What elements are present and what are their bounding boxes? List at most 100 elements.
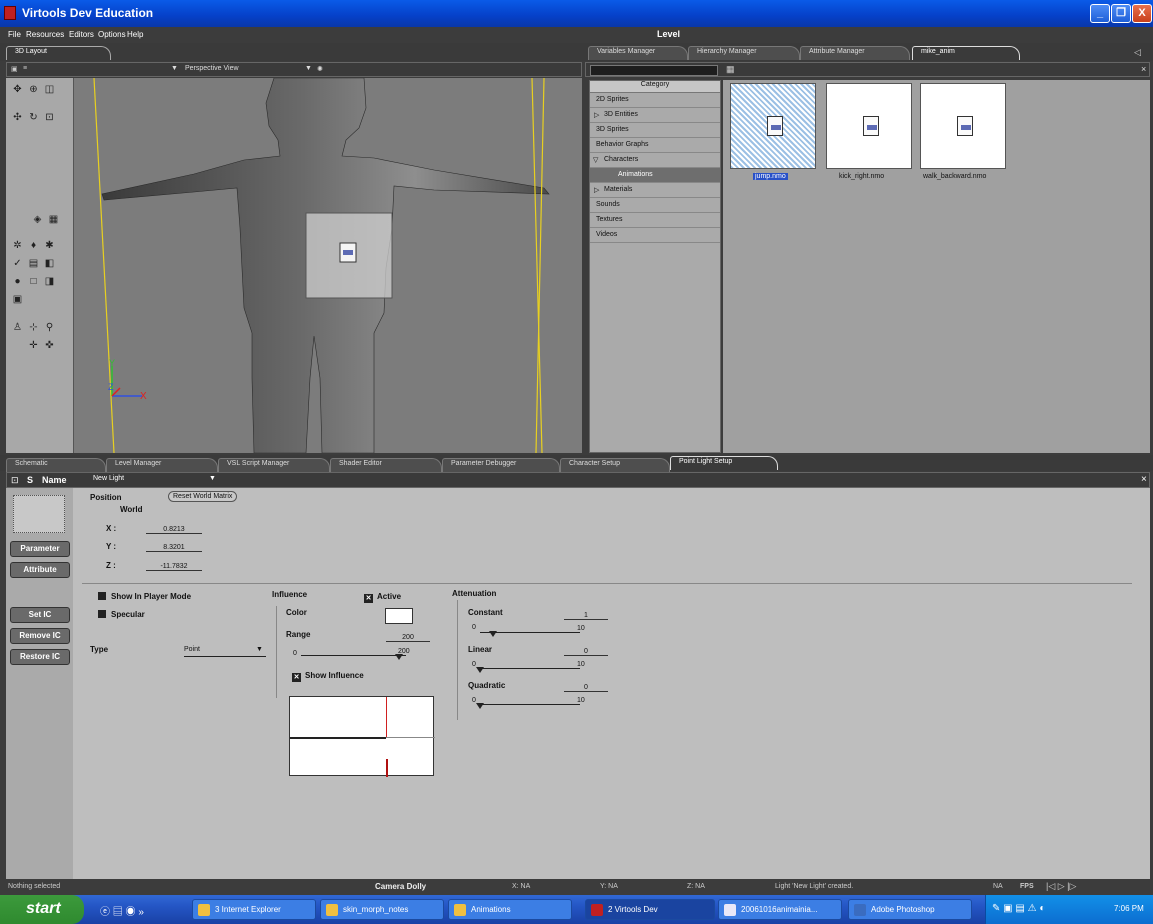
quadratic-slider-knob[interactable] — [476, 703, 484, 709]
light-create-icon[interactable]: ♦ — [28, 240, 39, 251]
task-adobe-photoshop[interactable]: Adobe Photoshop — [848, 899, 972, 920]
category-animations[interactable]: Animations — [590, 168, 720, 183]
z-field[interactable]: -11.7832 — [146, 563, 202, 571]
y-field[interactable]: 8.3201 — [146, 544, 202, 552]
tab-variables-manager[interactable]: Variables Manager — [588, 46, 688, 60]
category-videos[interactable]: Videos — [590, 228, 720, 243]
3d-viewport[interactable]: Y Z X — [74, 78, 582, 453]
camera-create-icon[interactable]: ✲ — [12, 240, 23, 251]
range-field[interactable]: 200 — [386, 634, 430, 642]
tab-3d-layout[interactable]: 3D Layout — [6, 46, 111, 60]
zoom-icon[interactable]: ⚲ — [44, 322, 55, 333]
view-mode-icon[interactable]: ▦ — [726, 64, 735, 75]
tab-point-light-setup[interactable]: Point Light Setup — [670, 456, 778, 470]
portal-icon[interactable]: ◧ — [44, 258, 55, 269]
file-tile-walk-backward[interactable] — [920, 83, 1006, 169]
category-2d-sprites[interactable]: 2D Sprites — [590, 93, 720, 108]
move-icon[interactable]: ✥ — [12, 84, 23, 95]
category-behavior-graphs[interactable]: Behavior Graphs — [590, 138, 720, 153]
category-sounds[interactable]: Sounds — [590, 198, 720, 213]
checked-box-icon[interactable]: ✕ — [292, 673, 301, 682]
file-label-walk-backward[interactable]: walk_backward.nmo — [923, 173, 986, 180]
tab-parameter-debugger[interactable]: Parameter Debugger — [442, 458, 560, 472]
linear-field[interactable]: 0 — [564, 648, 608, 656]
maximize-button[interactable]: ❐ — [1111, 4, 1131, 23]
tab-hierarchy-manager[interactable]: Hierarchy Manager — [688, 46, 800, 60]
category-textures[interactable]: Textures — [590, 213, 720, 228]
menu-editors[interactable]: Editors — [69, 30, 94, 39]
task-animations[interactable]: Animations — [448, 899, 572, 920]
name-dropdown-icon[interactable]: ▼ — [209, 475, 216, 482]
linear-slider[interactable] — [480, 668, 580, 669]
category-3d-entities[interactable]: ▷ 3D Entities — [590, 108, 720, 123]
sphere-icon[interactable]: ● — [12, 276, 23, 287]
type-dropdown-icon[interactable]: ▼ — [256, 646, 263, 653]
select-icon[interactable]: ◫ — [44, 84, 55, 95]
translate-icon[interactable]: ✣ — [12, 112, 23, 123]
task-document[interactable]: 20061016animainia... — [718, 899, 842, 920]
light-bulb-icon[interactable]: ✺ — [317, 65, 323, 73]
character-icon[interactable]: ♙ — [12, 322, 23, 333]
quadratic-slider[interactable] — [480, 704, 580, 705]
reset-world-matrix-button[interactable]: Reset World Matrix — [168, 491, 238, 502]
resource-search-input[interactable] — [590, 65, 718, 76]
view-dropdown-arrow-icon[interactable]: ▼ — [171, 65, 178, 72]
orbit-icon[interactable]: ✜ — [44, 340, 55, 351]
file-tile-kick-right[interactable] — [826, 83, 912, 169]
task-skin-morph-notes[interactable]: skin_morph_notes — [320, 899, 444, 920]
name-select[interactable]: New Light ▼ — [89, 475, 219, 486]
remove-ic-button[interactable]: Remove IC — [10, 628, 70, 644]
tab-vsl-script-manager[interactable]: VSL Script Manager — [218, 458, 330, 472]
color-swatch[interactable] — [385, 608, 413, 624]
tab-mike-anim[interactable]: mike_anim — [912, 46, 1020, 60]
quick-launch-icons[interactable]: ⓔ ▤ ◉ » — [100, 903, 144, 918]
menu-lines-icon[interactable]: ≡ — [23, 65, 27, 72]
panel-close-icon[interactable]: × — [1141, 64, 1146, 74]
set-ic-button[interactable]: Set IC — [10, 607, 70, 623]
tab-character-setup[interactable]: Character Setup — [560, 458, 670, 472]
tab-level-manager[interactable]: Level Manager — [106, 458, 218, 472]
quadratic-field[interactable]: 0 — [564, 684, 608, 692]
grid-icon[interactable]: ▦ — [48, 214, 59, 225]
file-label-kick-right[interactable]: kick_right.nmo — [839, 173, 884, 180]
view-select-arrow-icon[interactable]: ▼ — [305, 65, 312, 72]
playback-controls-icon[interactable]: |◁ ▷ |▷ — [1046, 881, 1076, 892]
active-checkbox[interactable]: ✕ Active — [364, 592, 401, 603]
task-internet-explorer[interactable]: 3 Internet Explorer — [192, 899, 316, 920]
type-select[interactable]: Point ▼ — [184, 646, 266, 657]
menu-resources[interactable]: Resources — [26, 30, 64, 39]
collapse-arrow-icon[interactable]: ▽ — [593, 156, 598, 164]
checkbox-icon[interactable] — [98, 592, 106, 600]
view-label[interactable]: Perspective View — [185, 65, 239, 72]
task-virtools-dev[interactable]: 2 Virtools Dev — [585, 899, 715, 920]
restore-ic-button[interactable]: Restore IC — [10, 649, 70, 665]
curve-icon[interactable]: ✓ — [12, 258, 23, 269]
scale-icon[interactable]: ⊡ — [44, 112, 55, 123]
specular-checkbox[interactable]: Specular — [98, 610, 145, 619]
lock-icon[interactable]: ⊕ — [28, 84, 39, 95]
close-button[interactable]: X — [1132, 4, 1152, 23]
menu-file[interactable]: File — [8, 30, 21, 39]
attribute-button[interactable]: Attribute — [10, 562, 70, 578]
menu-options[interactable]: Options — [98, 30, 126, 39]
category-3d-sprites[interactable]: 3D Sprites — [590, 123, 720, 138]
expand-arrow-icon[interactable]: ▷ — [594, 186, 599, 194]
box-icon[interactable]: □ — [28, 276, 39, 287]
tab-schematic[interactable]: Schematic — [6, 458, 106, 472]
constant-field[interactable]: 1 — [564, 612, 608, 620]
file-label-jump[interactable]: jump.nmo — [753, 173, 788, 180]
parameter-button[interactable]: Parameter — [10, 541, 70, 557]
tray-icons[interactable]: ✎ ▣ ▤ ⚠ ◐ — [992, 903, 1045, 914]
x-field[interactable]: 0.8213 — [146, 526, 202, 534]
tab-attribute-manager[interactable]: Attribute Manager — [800, 46, 910, 60]
frame-icon[interactable]: ▤ — [28, 258, 39, 269]
rotate-icon[interactable]: ↻ — [28, 112, 39, 123]
panel-close-icon[interactable]: × — [1141, 474, 1147, 485]
camera-icon[interactable]: ▣ — [11, 65, 18, 73]
collapse-arrow-icon[interactable]: ◁ — [1134, 47, 1141, 58]
gear-icon[interactable]: ✱ — [44, 240, 55, 251]
constant-slider-knob[interactable] — [489, 631, 497, 637]
zoom-region-icon[interactable]: ⊹ — [28, 322, 39, 333]
minimize-button[interactable]: _ — [1090, 4, 1110, 23]
show-in-player-mode-checkbox[interactable]: Show In Player Mode — [98, 592, 191, 601]
